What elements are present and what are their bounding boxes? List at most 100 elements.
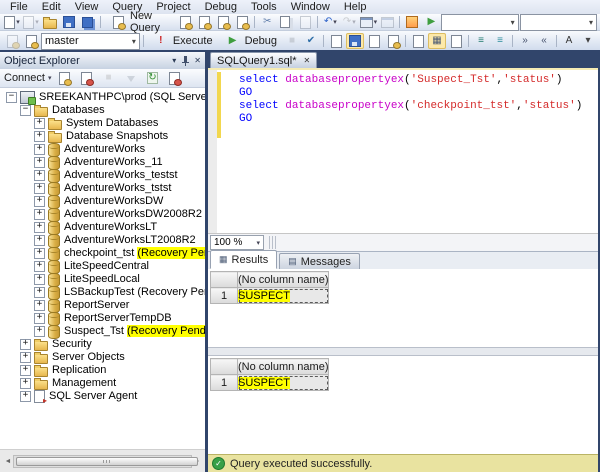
save-icon[interactable] <box>60 14 78 30</box>
outdent-icon[interactable]: « <box>535 33 553 49</box>
analysis-services-dmx-query-icon[interactable] <box>214 14 232 30</box>
expand-plus-icon[interactable]: + <box>20 391 31 402</box>
row-number[interactable]: 1 <box>211 375 238 391</box>
expand-plus-icon[interactable]: + <box>34 157 45 168</box>
toolbar-combo-1[interactable]: ▾ <box>441 14 518 31</box>
start-icon[interactable]: ▶ <box>422 14 440 30</box>
stop-icon[interactable]: ■ <box>283 33 301 49</box>
expand-plus-icon[interactable]: + <box>20 352 31 363</box>
tree-item-suspect-tst[interactable]: +Suspect_Tst (Recovery Pending) <box>0 325 205 338</box>
cut-icon[interactable]: ✂ <box>258 14 276 30</box>
intellisense-enabled-icon[interactable] <box>346 33 364 49</box>
navigate-window-icon[interactable]: ▾ <box>359 14 377 30</box>
tree-item-replication[interactable]: +Replication <box>0 364 205 377</box>
menu-debug[interactable]: Debug <box>198 0 244 14</box>
results-to-file-icon[interactable] <box>447 33 465 49</box>
tree-item-databases[interactable]: −Databases <box>0 104 205 117</box>
tree-item-database-snapshots[interactable]: +Database Snapshots <box>0 130 205 143</box>
execute-button[interactable]: !Execute <box>147 34 218 48</box>
expand-minus-icon[interactable]: − <box>20 105 31 116</box>
expand-plus-icon[interactable]: + <box>34 261 45 272</box>
column-header[interactable]: (No column name) <box>238 272 329 288</box>
debug-button[interactable]: ▶Debug <box>219 34 282 48</box>
grid-corner[interactable] <box>211 359 238 375</box>
include-client-statistics-icon[interactable] <box>384 33 402 49</box>
new-query-button[interactable]: New Query <box>104 15 175 29</box>
menu-view[interactable]: View <box>68 0 106 14</box>
expand-plus-icon[interactable]: + <box>34 131 45 142</box>
tab-messages[interactable]: ▤Messages <box>279 253 360 269</box>
tab-close-icon[interactable]: ✕ <box>303 56 310 65</box>
tree-item-adventureworks[interactable]: +AdventureWorks <box>0 143 205 156</box>
comment-selection-icon[interactable]: ≡ <box>472 33 490 49</box>
properties-window-icon[interactable] <box>378 14 396 30</box>
toolbar-combo-2[interactable]: ▾ <box>520 14 597 31</box>
tree-item-sql-server-agent[interactable]: +SQL Server Agent <box>0 390 205 403</box>
undo-icon[interactable]: ↶▾ <box>321 14 339 30</box>
tree-item-reportserver[interactable]: +ReportServer <box>0 299 205 312</box>
open-file-icon[interactable] <box>41 14 59 30</box>
indent-icon[interactable]: » <box>516 33 534 49</box>
tree-item-lsbackuptest-recovery-pending[interactable]: +LSBackupTest (Recovery Pending) <box>0 286 205 299</box>
column-header[interactable]: (No column name) <box>238 359 329 375</box>
splitter-grip[interactable] <box>269 236 276 249</box>
redo-icon[interactable]: ↷▾ <box>340 14 358 30</box>
tree-item-litespeedcentral[interactable]: +LiteSpeedCentral <box>0 260 205 273</box>
tree-item-checkpoint-tst[interactable]: +checkpoint_tst (Recovery Pending) <box>0 247 205 260</box>
pin-icon[interactable] <box>181 56 189 66</box>
tree-item-server-objects[interactable]: +Server Objects <box>0 351 205 364</box>
menu-file[interactable]: File <box>3 0 35 14</box>
horizontal-scrollbar[interactable]: ◄ ► <box>3 455 202 467</box>
tree-item-adventureworkslt2008r2[interactable]: +AdventureWorksLT2008R2 <box>0 234 205 247</box>
tree-item-system-databases[interactable]: +System Databases <box>0 117 205 130</box>
save-all-icon[interactable] <box>79 14 97 30</box>
tree-item-adventureworkslt[interactable]: +AdventureWorksLT <box>0 221 205 234</box>
expand-minus-icon[interactable]: − <box>6 92 17 103</box>
analysis-services-mdx-query-icon[interactable] <box>195 14 213 30</box>
new-file-icon[interactable]: ▾ <box>3 14 21 30</box>
error-log-icon[interactable] <box>166 70 184 86</box>
tab-sqlquery1[interactable]: SQLQuery1.sql* ✕ <box>210 52 317 68</box>
query-options-icon[interactable] <box>327 33 345 49</box>
results-to-grid-icon[interactable]: ▦ <box>428 33 446 49</box>
expand-plus-icon[interactable]: + <box>34 118 45 129</box>
tree-item-security[interactable]: +Security <box>0 338 205 351</box>
results-splitter[interactable] <box>208 347 598 356</box>
available-databases-icon[interactable] <box>3 33 21 49</box>
menu-help[interactable]: Help <box>337 0 374 14</box>
expand-plus-icon[interactable]: + <box>34 300 45 311</box>
scrollbar-thumb[interactable] <box>16 457 198 466</box>
expand-plus-icon[interactable]: + <box>20 378 31 389</box>
expand-plus-icon[interactable]: + <box>34 170 45 181</box>
refresh-icon[interactable]: ↻ <box>144 70 162 86</box>
activity-monitor-icon[interactable] <box>403 14 421 30</box>
sql-editor[interactable]: select databasepropertyex('Suspect_Tst',… <box>208 70 598 233</box>
tree-item-sreekanthpc-prod-sql-server-10-50-2425[interactable]: −SREEKANTHPC\prod (SQL Server 10.50.2425 <box>0 91 205 104</box>
filter-icon[interactable] <box>122 70 140 86</box>
connect-button[interactable]: Connect ▾ <box>4 72 52 84</box>
expand-plus-icon[interactable]: + <box>34 274 45 285</box>
change-connection-icon[interactable] <box>22 33 40 49</box>
tree-item-litespeedlocal[interactable]: +LiteSpeedLocal <box>0 273 205 286</box>
expand-plus-icon[interactable]: + <box>34 144 45 155</box>
database-engine-query-icon[interactable] <box>176 14 194 30</box>
parse-icon[interactable]: ✔ <box>302 33 320 49</box>
result-cell[interactable]: SUSPECT <box>238 375 329 391</box>
tree-item-adventureworksdw2008r2[interactable]: +AdventureWorksDW2008R2 <box>0 208 205 221</box>
result-cell[interactable]: SUSPECT <box>238 288 329 304</box>
expand-plus-icon[interactable]: + <box>34 235 45 246</box>
close-icon[interactable]: ✕ <box>194 57 201 65</box>
tree-item-adventureworksdw[interactable]: +AdventureWorksDW <box>0 195 205 208</box>
paste-icon[interactable] <box>296 14 314 30</box>
scrollbar-track[interactable] <box>13 455 192 468</box>
analysis-services-xmla-query-icon[interactable] <box>233 14 251 30</box>
disconnect-icon[interactable] <box>78 70 96 86</box>
editor-zoom-select[interactable]: 100 % ▾ <box>210 235 264 250</box>
window-position-icon[interactable]: ▾ <box>172 57 176 65</box>
copy-icon[interactable] <box>277 14 295 30</box>
tree-item-management[interactable]: +Management <box>0 377 205 390</box>
expand-plus-icon[interactable]: + <box>34 248 45 259</box>
expand-plus-icon[interactable]: + <box>34 313 45 324</box>
expand-plus-icon[interactable]: + <box>34 326 45 337</box>
change-case-icon[interactable]: A <box>560 33 578 49</box>
